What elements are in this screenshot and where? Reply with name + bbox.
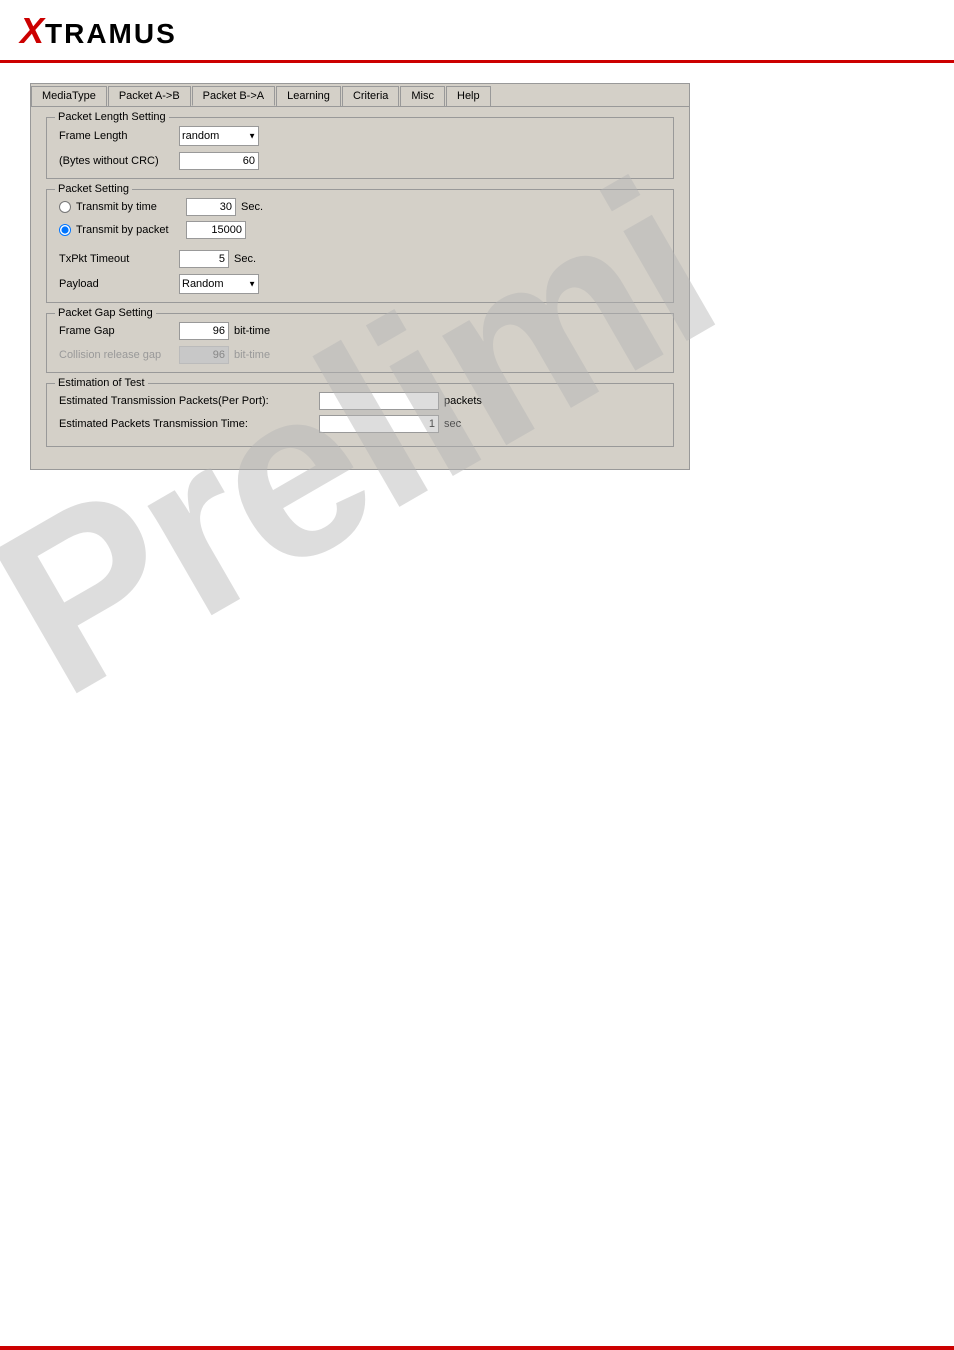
tab-criteria[interactable]: Criteria: [342, 86, 399, 106]
transmit-by-packet-radio[interactable]: [59, 224, 71, 236]
transmit-by-packet-input[interactable]: [186, 221, 246, 239]
packet-setting-title: Packet Setting: [55, 183, 132, 195]
transmit-by-time-radio[interactable]: [59, 201, 71, 213]
bytes-input[interactable]: [179, 152, 259, 170]
frame-length-label: Frame Length: [59, 130, 179, 142]
logo-text: TRAMUS: [45, 18, 177, 49]
tab-misc[interactable]: Misc: [400, 86, 445, 106]
collision-label: Collision release gap: [59, 349, 179, 361]
tab-content: Packet Length Setting Frame Length rando…: [31, 107, 689, 469]
transmission-input[interactable]: [319, 392, 439, 410]
packet-length-group: Packet Length Setting Frame Length rando…: [46, 117, 674, 179]
transmission-label: Estimated Transmission Packets(Per Port)…: [59, 395, 319, 407]
transmit-by-packet-label: Transmit by packet: [76, 224, 186, 236]
txpkt-timeout-unit: Sec.: [234, 253, 256, 265]
frame-gap-label: Frame Gap: [59, 325, 179, 337]
collision-unit: bit-time: [234, 349, 270, 361]
tab-learning[interactable]: Learning: [276, 86, 341, 106]
frame-gap-unit: bit-time: [234, 325, 270, 337]
time-input[interactable]: [319, 415, 439, 433]
transmit-by-time-label: Transmit by time: [76, 201, 186, 213]
frame-length-select-wrapper[interactable]: random: [179, 126, 259, 146]
tab-packet-atob[interactable]: Packet A->B: [108, 86, 191, 106]
payload-select[interactable]: Random: [179, 274, 259, 294]
time-row: Estimated Packets Transmission Time: sec: [59, 415, 661, 433]
txpkt-timeout-row: TxPkt Timeout Sec.: [59, 250, 661, 268]
frame-length-row: Frame Length random: [59, 126, 661, 146]
header: XTRAMUS: [0, 0, 954, 63]
transmission-row: Estimated Transmission Packets(Per Port)…: [59, 392, 661, 410]
footer-bar: [0, 1346, 954, 1350]
transmit-by-time-unit: Sec.: [241, 201, 263, 213]
collision-row: Collision release gap bit-time: [59, 346, 661, 364]
time-unit: sec: [444, 418, 461, 430]
transmit-by-time-row: Transmit by time Sec.: [59, 198, 661, 216]
tab-mediatype[interactable]: MediaType: [31, 86, 107, 106]
logo-x: X: [20, 10, 45, 51]
transmit-by-time-input[interactable]: [186, 198, 236, 216]
txpkt-timeout-input[interactable]: [179, 250, 229, 268]
frame-gap-input[interactable]: [179, 322, 229, 340]
frame-gap-row: Frame Gap bit-time: [59, 322, 661, 340]
packet-gap-group: Packet Gap Setting Frame Gap bit-time Co…: [46, 313, 674, 373]
frame-length-select[interactable]: random: [179, 126, 259, 146]
packet-gap-title: Packet Gap Setting: [55, 307, 156, 319]
txpkt-timeout-label: TxPkt Timeout: [59, 253, 179, 265]
tab-panel: MediaType Packet A->B Packet B->A Learni…: [30, 83, 690, 470]
time-label: Estimated Packets Transmission Time:: [59, 418, 319, 430]
tab-bar: MediaType Packet A->B Packet B->A Learni…: [31, 84, 689, 107]
bytes-label: (Bytes without CRC): [59, 155, 179, 167]
payload-select-wrapper[interactable]: Random: [179, 274, 259, 294]
estimation-title: Estimation of Test: [55, 377, 148, 389]
tab-packet-btoa[interactable]: Packet B->A: [192, 86, 275, 106]
bytes-row: (Bytes without CRC): [59, 152, 661, 170]
packet-length-title: Packet Length Setting: [55, 111, 169, 123]
estimation-group: Estimation of Test Estimated Transmissio…: [46, 383, 674, 447]
transmission-unit: packets: [444, 395, 482, 407]
payload-label: Payload: [59, 278, 179, 290]
transmit-by-packet-row: Transmit by packet: [59, 221, 661, 239]
payload-row: Payload Random: [59, 274, 661, 294]
collision-input: [179, 346, 229, 364]
tab-help[interactable]: Help: [446, 86, 491, 106]
logo: XTRAMUS: [20, 10, 177, 52]
packet-setting-group: Packet Setting Transmit by time Sec. Tra…: [46, 189, 674, 303]
main-content: MediaType Packet A->B Packet B->A Learni…: [0, 63, 954, 510]
